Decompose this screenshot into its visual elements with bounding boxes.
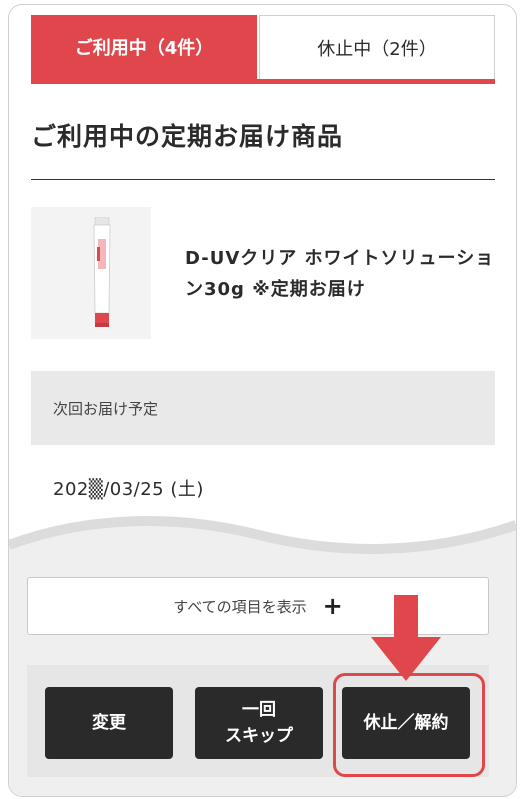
tab-underline [31, 79, 495, 84]
section-divider [31, 179, 495, 180]
plus-icon: + [322, 592, 343, 620]
product-tube-image [93, 217, 111, 327]
down-arrow-icon [371, 595, 441, 681]
tab-suspended-subscriptions[interactable]: 休止中（2件） [259, 15, 495, 79]
highlight-frame [333, 673, 485, 777]
next-delivery-date: 202▒/03/25 (土) [53, 479, 204, 500]
skip-line1: 一回 [242, 700, 276, 720]
product-image[interactable] [31, 207, 151, 339]
tab-active-subscriptions[interactable]: ご利用中（4件） [31, 15, 257, 79]
change-button[interactable]: 変更 [45, 687, 173, 759]
skip-line2: スキップ [225, 726, 293, 746]
subscription-panel: ご利用中（4件） 休止中（2件） ご利用中の定期お届け商品 D-UVクリア ホワ… [8, 4, 517, 797]
show-all-label: すべての項目を表示 [173, 597, 307, 616]
wave-divider [9, 516, 516, 565]
skip-once-button[interactable]: 一回 スキップ [195, 687, 323, 759]
next-delivery-label: 次回お届け予定 [53, 399, 159, 418]
product-name[interactable]: D-UVクリア ホワイトソリューション30g ※定期お届け [185, 243, 495, 305]
section-title: ご利用中の定期お届け商品 [31, 122, 344, 151]
next-delivery-header: 次回お届け予定 [31, 371, 495, 445]
